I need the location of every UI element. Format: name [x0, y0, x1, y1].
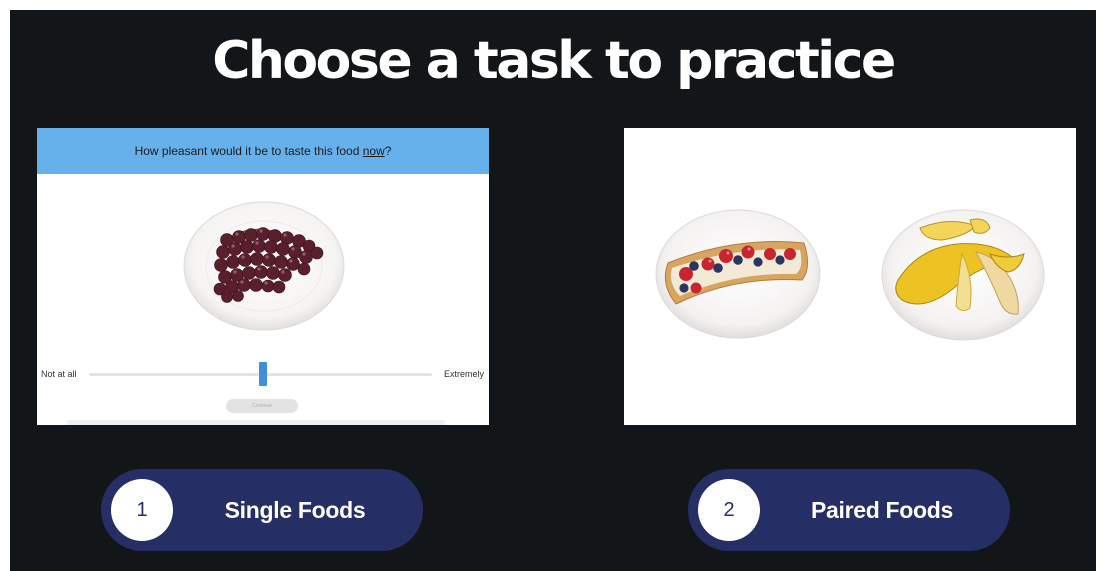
page-title: Choose a task to practice — [212, 31, 896, 91]
option-number-badge: 2 — [698, 479, 760, 541]
scale-min-label: Not at all — [41, 369, 77, 379]
question-text: How pleasant would it be to taste this f… — [134, 144, 363, 158]
paired-foods-image — [655, 209, 1045, 341]
paired-foods-preview[interactable] — [624, 128, 1076, 425]
question-suffix: ? — [384, 144, 392, 158]
option-label: Paired Foods — [810, 497, 954, 523]
task-selection-screen: Choose a task to practice How pleasant w… — [10, 10, 1096, 571]
option-label: Single Foods — [224, 497, 366, 523]
rating-slider-thumb[interactable] — [259, 362, 267, 386]
scale-max-label: Extremely — [443, 369, 484, 379]
single-foods-preview[interactable]: How pleasant would it be to taste this f… — [37, 128, 489, 425]
question-emphasis: now — [362, 144, 385, 158]
single-foods-button[interactable]: 1 Single Foods — [101, 469, 423, 551]
grapes-image — [183, 201, 345, 331]
option-number-badge: 1 — [111, 479, 173, 541]
paired-foods-button[interactable]: 2 Paired Foods — [688, 469, 1010, 551]
banana-image — [881, 209, 1045, 341]
question-banner: How pleasant would it be to taste this f… — [37, 128, 489, 174]
divider — [67, 420, 445, 425]
crepe-image — [655, 209, 821, 339]
continue-button[interactable]: Continue — [226, 399, 298, 413]
